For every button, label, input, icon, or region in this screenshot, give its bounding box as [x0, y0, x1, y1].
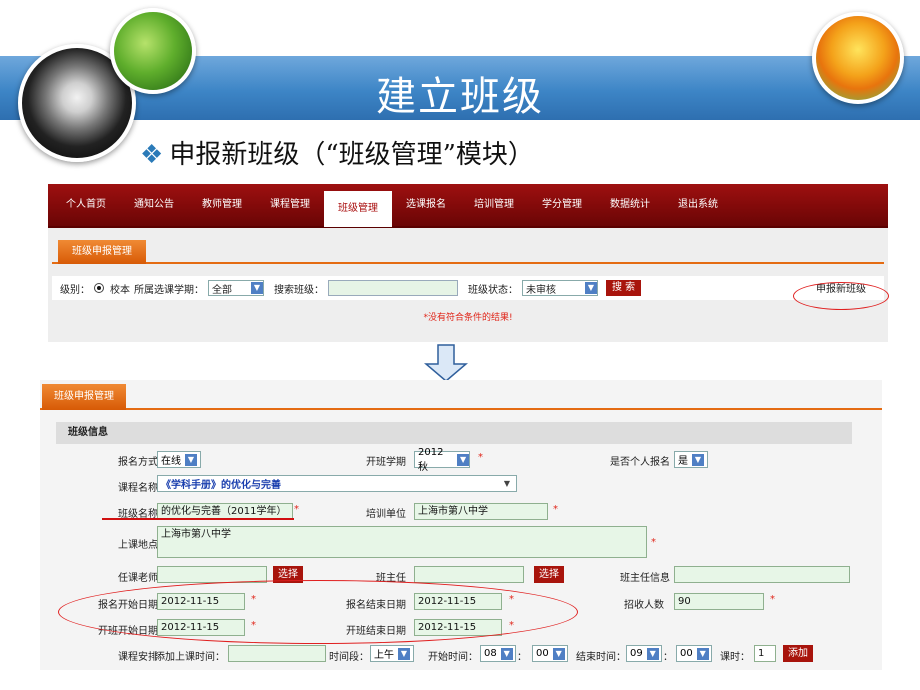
- chevron-down-icon: ▼: [251, 282, 263, 294]
- start-time-label: 开始时间：: [428, 652, 478, 663]
- add-time-button[interactable]: 添加: [783, 645, 813, 662]
- end-time-label: 结束时间：: [576, 652, 626, 663]
- tab-row: 班级申报管理: [52, 228, 884, 264]
- class-list-screen: 个人首页 通知公告 教师管理 课程管理 班级管理 选课报名 培训管理 学分管理 …: [48, 184, 888, 342]
- personal-signup-label: 是否个人报名: [610, 457, 670, 468]
- capacity-input[interactable]: 90: [674, 593, 764, 610]
- choose-head-teacher-button[interactable]: 选择: [534, 566, 564, 583]
- nav-notice[interactable]: 通知公告: [120, 183, 188, 227]
- course-select[interactable]: 《学科手册》的优化与完善 ▼: [157, 475, 517, 492]
- hours-label: 课时：: [720, 652, 750, 663]
- main-nav: 个人首页 通知公告 教师管理 课程管理 班级管理 选课报名 培训管理 学分管理 …: [48, 184, 888, 228]
- nav-enroll[interactable]: 选课报名: [392, 183, 460, 227]
- search-button[interactable]: 搜 索: [606, 280, 642, 296]
- head-info-input[interactable]: [674, 566, 850, 583]
- nav-course[interactable]: 课程管理: [256, 183, 324, 227]
- nav-teacher[interactable]: 教师管理: [188, 183, 256, 227]
- chevron-down-icon: ▼: [503, 479, 510, 488]
- nav-credit[interactable]: 学分管理: [528, 183, 596, 227]
- tab-class-apply[interactable]: 班级申报管理: [42, 384, 126, 410]
- start-hour-value: 08: [484, 648, 497, 659]
- down-arrow-icon: [424, 344, 468, 382]
- chevron-down-icon: ▼: [585, 282, 597, 294]
- add-time-label: 添加上课时间：: [155, 652, 225, 663]
- start-term-value: 2012秋: [418, 446, 444, 473]
- signup-mode-value: 在线: [161, 456, 181, 467]
- search-class-input[interactable]: [328, 280, 458, 296]
- signup-mode-label: 报名方式: [118, 457, 158, 468]
- time-colon: ：: [517, 652, 527, 663]
- level-label: 级别：: [60, 284, 90, 296]
- training-unit-input[interactable]: 上海市第八中学: [414, 503, 548, 520]
- section-header: 班级信息: [56, 422, 852, 444]
- course-value: 《学科手册》的优化与完善: [161, 480, 281, 491]
- status-value: 未审核: [526, 284, 556, 296]
- search-label: 搜索班级：: [274, 284, 324, 296]
- schedule-label: 课程安排: [118, 652, 158, 663]
- start-min-value: 00: [536, 648, 549, 659]
- signup-mode-select[interactable]: 在线 ▼: [157, 451, 201, 468]
- start-term-label: 开班学期: [366, 457, 406, 468]
- chevron-down-icon: ▼: [696, 647, 709, 660]
- chevron-down-icon: ▼: [646, 647, 659, 660]
- slide-subtitle: ❖ 申报新班级（“班级管理”模块）: [140, 134, 534, 171]
- head-teacher-input[interactable]: [414, 566, 524, 583]
- hours-input[interactable]: 1: [754, 645, 776, 662]
- nav-home[interactable]: 个人首页: [52, 183, 120, 227]
- highlight-oval-dates: [58, 580, 578, 644]
- required-mark: *: [478, 452, 483, 463]
- required-mark: *: [651, 537, 656, 548]
- nav-training[interactable]: 培训管理: [460, 183, 528, 227]
- personal-signup-select[interactable]: 是 ▼: [674, 451, 708, 468]
- start-hour-select[interactable]: 08 ▼: [480, 645, 516, 662]
- level-option: 校本: [110, 284, 130, 296]
- filter-bar: 级别： 校本 所属选课学期： 全部 ▼ 搜索班级： 班级状态： 未审核 ▼ 搜 索 …: [52, 276, 884, 300]
- tab-class-apply[interactable]: 班级申报管理: [58, 240, 146, 264]
- start-term-select[interactable]: 2012秋 ▼: [414, 447, 470, 473]
- start-min-select[interactable]: 00 ▼: [532, 645, 568, 662]
- term-select[interactable]: 全部 ▼: [208, 280, 264, 296]
- end-hour-select[interactable]: 09 ▼: [626, 645, 662, 662]
- nav-class[interactable]: 班级管理: [324, 191, 392, 227]
- term-value: 全部: [212, 284, 232, 296]
- end-min-select[interactable]: 00 ▼: [676, 645, 712, 662]
- diamond-bullet-icon: ❖: [140, 140, 164, 170]
- term-label: 所属选课学期：: [134, 284, 204, 296]
- end-hour-value: 09: [630, 648, 643, 659]
- chevron-down-icon: ▼: [552, 647, 565, 660]
- tab-row: 班级申报管理: [40, 380, 882, 410]
- chevron-down-icon: ▼: [692, 453, 704, 466]
- chevron-down-icon: ▼: [500, 647, 513, 660]
- training-unit-label: 培训单位: [366, 509, 406, 520]
- required-mark: *: [294, 504, 299, 515]
- subtitle-text: 申报新班级（“班级管理”模块）: [169, 140, 534, 170]
- teacher-label: 任课老师: [118, 573, 158, 584]
- period-value: 上午: [374, 650, 394, 661]
- underline-annotation: [102, 518, 294, 520]
- end-min-value: 00: [680, 648, 693, 659]
- no-result-message: *没有符合条件的结果!: [423, 313, 513, 323]
- time-colon: ：: [663, 652, 673, 663]
- personal-signup-value: 是: [678, 456, 688, 467]
- nav-logout[interactable]: 退出系统: [664, 183, 732, 227]
- period-label: 时间段：: [329, 652, 369, 663]
- location-textarea[interactable]: 上海市第八中学: [157, 526, 647, 558]
- status-label: 班级状态：: [468, 284, 518, 296]
- nav-stats[interactable]: 数据统计: [596, 183, 664, 227]
- chevron-down-icon: ▼: [185, 453, 197, 466]
- capacity-label: 招收人数: [624, 600, 664, 611]
- period-select[interactable]: 上午 ▼: [370, 645, 414, 662]
- chevron-down-icon: ▼: [398, 647, 410, 660]
- slide-title: 建立班级: [376, 74, 544, 120]
- head-info-label: 班主任信息: [620, 573, 670, 584]
- status-select[interactable]: 未审核 ▼: [522, 280, 598, 296]
- highlight-oval-apply: [793, 282, 889, 310]
- chevron-down-icon: ▼: [457, 453, 469, 466]
- required-mark: *: [770, 594, 775, 605]
- level-radio[interactable]: [94, 283, 104, 293]
- required-mark: *: [553, 504, 558, 515]
- add-time-input[interactable]: [228, 645, 326, 662]
- course-label: 课程名称: [118, 483, 158, 494]
- location-label: 上课地点: [118, 540, 158, 551]
